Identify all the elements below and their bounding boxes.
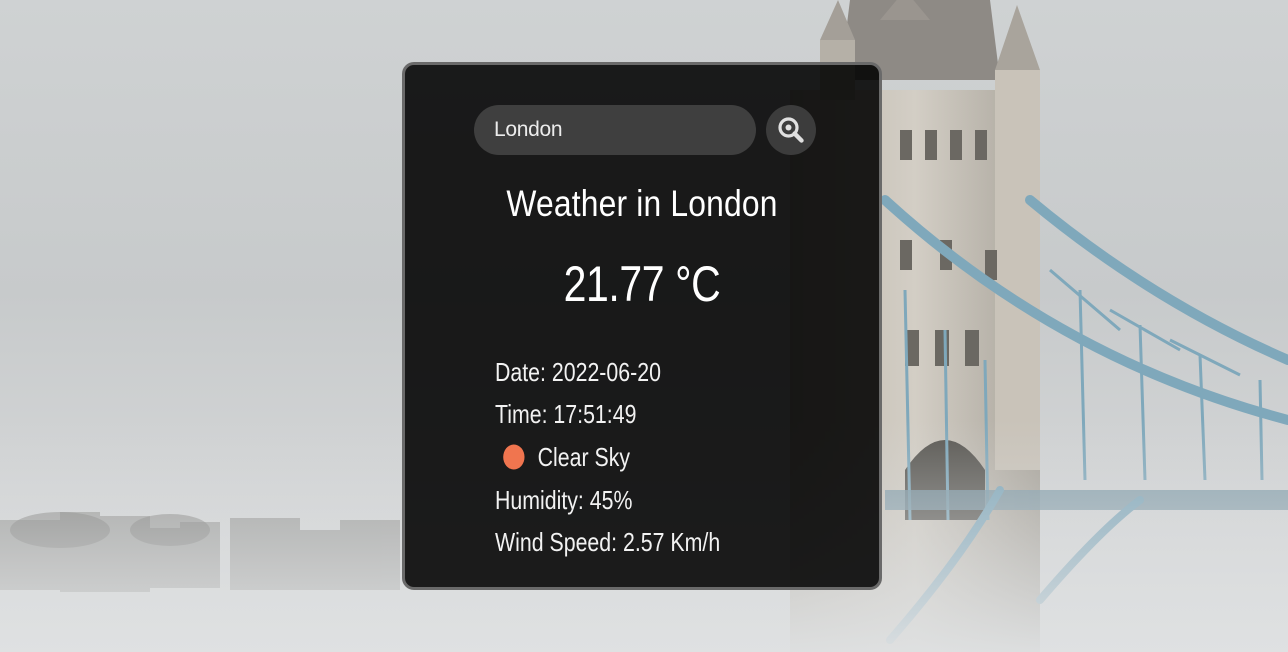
city-search-input[interactable] [474,105,756,155]
condition-text: Clear Sky [537,441,631,472]
search-bar [474,105,818,157]
humidity-text: Humidity: 45% [495,485,633,515]
weather-card: Weather in London 21.77 °C Date: 2022-06… [402,62,882,590]
date-text: Date: 2022-06-20 [495,357,661,387]
wind-speed-text: Wind Speed: 2.57 Km/h [495,527,721,557]
weather-title: Weather in London [506,183,778,224]
temperature-value: 21.77 °C [563,256,721,312]
time-text: Time: 17:51:49 [495,399,637,429]
sun-icon [502,443,527,471]
search-button[interactable] [766,105,816,155]
magnifier-zoom-icon [777,116,805,144]
condition-row: Clear Sky [495,435,720,479]
background-scene: Weather in London 21.77 °C Date: 2022-06… [0,0,1288,652]
weather-details: Date: 2022-06-20 Time: 17:51:49 Clear Sk… [495,351,720,563]
